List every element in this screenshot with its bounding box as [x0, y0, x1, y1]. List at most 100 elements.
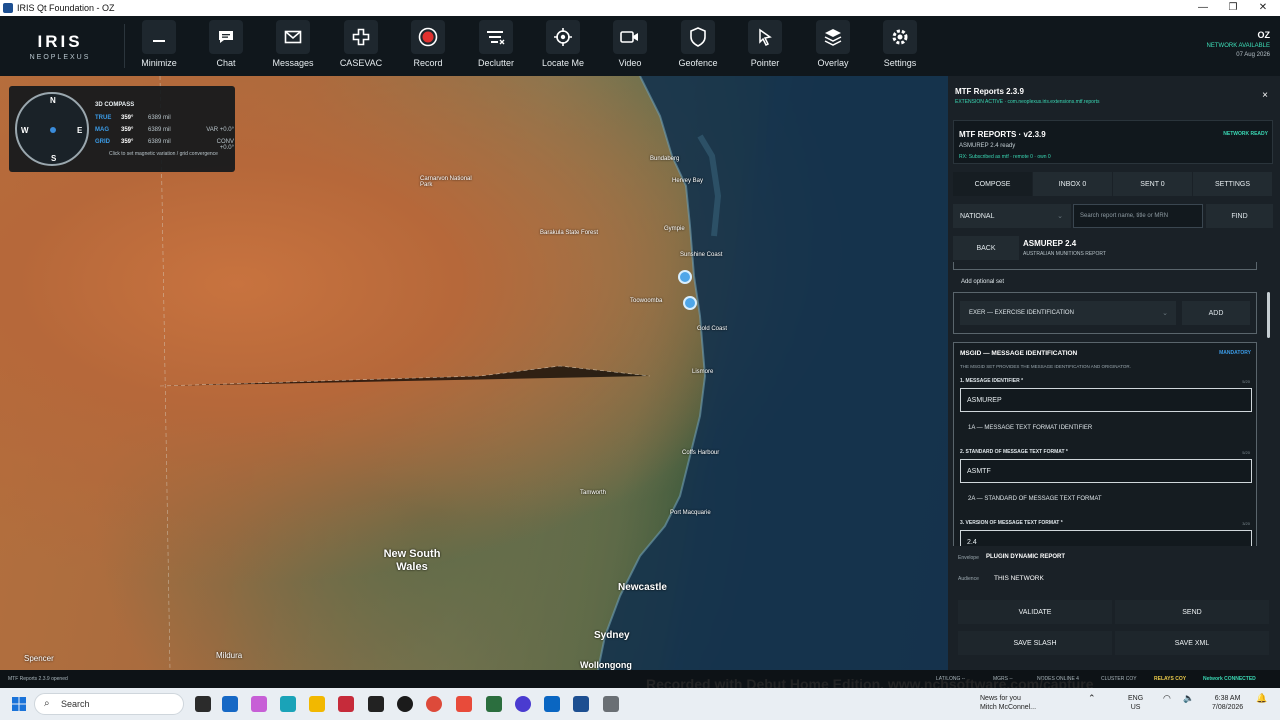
- compass-north: N: [50, 96, 56, 105]
- maximize-window-button[interactable]: ❐: [1216, 0, 1250, 16]
- toolbar-casevac-button[interactable]: CASEVAC: [330, 20, 392, 76]
- edge-icon[interactable]: [280, 696, 296, 712]
- compass-extra: [204, 115, 234, 121]
- city-label: Wollongong: [580, 660, 632, 670]
- message-identifier-input[interactable]: ASMUREP: [960, 388, 1252, 412]
- report-name: ASMUREP 2.4: [1023, 239, 1077, 248]
- compass-key: MAG: [95, 127, 109, 133]
- save-slash-button[interactable]: SAVE SLASH: [958, 631, 1112, 655]
- clock-date: 7/08/2026: [1212, 704, 1244, 711]
- envelope-label: Envelope: [958, 555, 979, 561]
- speaker-icon[interactable]: 🔈: [1183, 694, 1194, 703]
- close-window-button[interactable]: ✕: [1246, 0, 1280, 16]
- app-icon-dark[interactable]: [368, 696, 384, 712]
- toolbar-geofence-button[interactable]: Geofence: [667, 20, 729, 76]
- category-select[interactable]: NATIONAL ⌄: [953, 204, 1071, 228]
- windows-start-icon[interactable]: [12, 697, 26, 711]
- compass-center-dot: [50, 127, 56, 133]
- send-button[interactable]: SEND: [1115, 600, 1269, 624]
- clock[interactable]: 6:38 AM 7/08/2026: [1212, 694, 1243, 712]
- taskbar-search[interactable]: ⌕ Search: [34, 693, 184, 715]
- recorder-icon[interactable]: [603, 696, 619, 712]
- field-sub-label: 2A — STANDARD OF MESSAGE TEXT FORMAT: [968, 496, 1102, 502]
- task-view-icon[interactable]: [195, 696, 211, 712]
- wifi-icon[interactable]: ◠: [1163, 694, 1171, 703]
- brand-name: IRIS: [37, 32, 83, 51]
- tab-compose[interactable]: COMPOSE: [953, 172, 1032, 196]
- compass-degrees: 359°: [121, 139, 134, 145]
- dell-icon[interactable]: [397, 696, 413, 712]
- app-icon-red[interactable]: [338, 696, 354, 712]
- report-header-row: BACK ASMUREP 2.4 AUSTRALIAN MUNITIONS RE…: [953, 236, 1273, 260]
- add-set-button[interactable]: ADD: [1182, 301, 1250, 325]
- map-marker[interactable]: [683, 296, 697, 310]
- notification-bell-icon[interactable]: 🔔: [1256, 694, 1267, 703]
- compass-row-grid: GRID 359° 6389 mil CONV +0.0°: [95, 139, 234, 151]
- save-xml-button[interactable]: SAVE XML: [1115, 631, 1269, 655]
- linkedin-icon[interactable]: [544, 696, 560, 712]
- report-form-scroll[interactable]: Add optional set EXER — EXERCISE IDENTIF…: [953, 262, 1263, 546]
- toolbar-declutter-button[interactable]: Declutter: [465, 20, 527, 76]
- version-format-input[interactable]: 2.4: [960, 530, 1252, 546]
- toolbar-locate-me-button[interactable]: Locate Me: [532, 20, 594, 76]
- city-label: Newcastle: [618, 582, 667, 593]
- gear-icon: [883, 20, 917, 54]
- tab-sent[interactable]: SENT 0: [1113, 172, 1192, 196]
- chrome-icon[interactable]: [426, 696, 442, 712]
- iris-taskbar-icon[interactable]: [573, 696, 589, 712]
- panel-tabs: COMPOSE INBOX 0 SENT 0 SETTINGS: [953, 172, 1273, 196]
- map-marker[interactable]: [678, 270, 692, 284]
- toolbar-video-button[interactable]: Video: [599, 20, 661, 76]
- toolbar-chat-button[interactable]: Chat: [195, 20, 257, 76]
- toolbar-record-button[interactable]: Record: [397, 20, 459, 76]
- compass-mils: 6389 mil: [148, 139, 171, 145]
- toolbar-minimize-button[interactable]: Minimize: [128, 20, 190, 76]
- category-select-value: NATIONAL: [960, 212, 995, 220]
- back-button[interactable]: BACK: [953, 236, 1019, 260]
- window-title-bar: IRIS Qt Foundation - OZ — ❐ ✕: [0, 0, 1280, 16]
- panel-close-button[interactable]: ×: [1262, 90, 1268, 101]
- toolbar-settings-button[interactable]: Settings: [869, 20, 931, 76]
- map-label: Tamworth: [580, 490, 607, 496]
- declutter-icon: [479, 20, 513, 54]
- news-widget[interactable]: News for you Mitch McConnel...: [980, 694, 1036, 712]
- maps-icon[interactable]: [456, 696, 472, 712]
- toolbar-overlay-button[interactable]: Overlay: [802, 20, 864, 76]
- compass-extra: VAR +0.0°: [206, 127, 234, 133]
- search-icon: ⌕: [44, 698, 50, 709]
- report-search-input[interactable]: Search report name, title or MRN: [1073, 204, 1203, 228]
- video-icon: [613, 20, 647, 54]
- language-indicator[interactable]: ENG US: [1128, 694, 1143, 712]
- set-description: THE MSGID SET PROVIDES THE MESSAGE IDENT…: [960, 364, 1131, 369]
- screen: IRIS Qt Foundation - OZ — ❐ ✕ IRIS NEOPL…: [0, 0, 1280, 720]
- network-status-label: NETWORK AVAILABLE: [1206, 43, 1270, 49]
- toolbar-label: Chat: [216, 58, 236, 68]
- audience-select[interactable]: THIS NETWORK: [994, 575, 1044, 582]
- compass-dial[interactable]: N S E W: [15, 92, 89, 166]
- file-explorer-icon[interactable]: [309, 696, 325, 712]
- copilot-icon[interactable]: [251, 696, 267, 712]
- optional-set-select[interactable]: EXER — EXERCISE IDENTIFICATION ⌄: [960, 301, 1176, 325]
- app-icon-green[interactable]: [486, 696, 502, 712]
- tab-settings[interactable]: SETTINGS: [1193, 172, 1272, 196]
- panel-scrollbar[interactable]: [1267, 292, 1270, 338]
- outlook-icon[interactable]: [222, 696, 238, 712]
- compass-widget[interactable]: N S E W 3D COMPASS TRUE 359° 6389 mil MA…: [9, 86, 235, 172]
- toolbar-messages-button[interactable]: Messages: [262, 20, 324, 76]
- app-icon-purple[interactable]: [515, 696, 531, 712]
- compass-row-mag: MAG 359° 6389 mil VAR +0.0°: [95, 127, 234, 133]
- validate-button[interactable]: VALIDATE: [958, 600, 1112, 624]
- windows-taskbar: ⌕ Search News for you Mitch McConnel... …: [0, 688, 1280, 720]
- region-label: OZ: [1257, 30, 1271, 40]
- find-button[interactable]: FIND: [1206, 204, 1273, 228]
- field-sub-label: 1A — MESSAGE TEXT FORMAT IDENTIFIER: [968, 425, 1093, 431]
- minimize-window-button[interactable]: —: [1186, 0, 1220, 16]
- compass-east: E: [77, 126, 83, 135]
- tray-chevron-icon[interactable]: ⌃: [1088, 694, 1096, 703]
- layers-icon: [816, 20, 850, 54]
- standard-format-input[interactable]: ASMTF: [960, 459, 1252, 483]
- chat-icon: [209, 20, 243, 54]
- tab-inbox[interactable]: INBOX 0: [1033, 172, 1112, 196]
- filter-row: NATIONAL ⌄ Search report name, title or …: [953, 204, 1273, 228]
- toolbar-pointer-button[interactable]: Pointer: [734, 20, 796, 76]
